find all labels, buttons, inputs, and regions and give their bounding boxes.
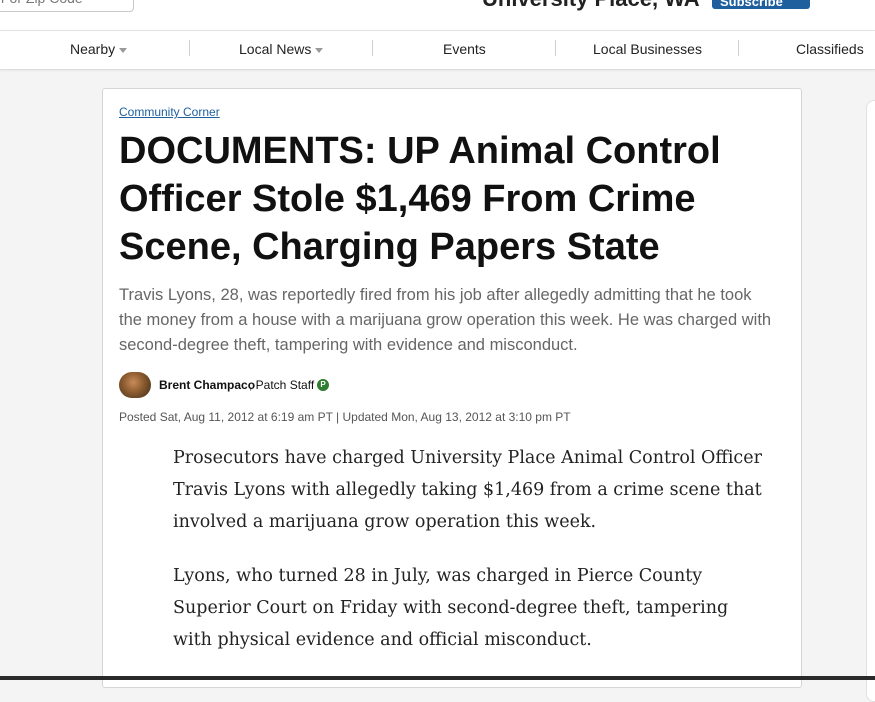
article-paragraph: Lyons, who turned 28 in July, was charge… [173, 566, 729, 650]
article-headline: DOCUMENTS: UP Animal Control Officer Sto… [119, 130, 721, 268]
nav-item-label: Nearby [70, 41, 116, 57]
author-name[interactable]: Brent Champaco [159, 378, 255, 392]
nav-item-events[interactable]: Events [443, 31, 486, 69]
site-title[interactable]: University Place, WA [482, 0, 700, 10]
nav-item-nearby[interactable]: Nearby [70, 31, 128, 69]
nav-item-label: Local Businesses [593, 41, 702, 57]
author-avatar[interactable] [119, 372, 151, 398]
article-paragraph: Prosecutors have charged University Plac… [173, 448, 762, 532]
nav-item-label: Classifieds [796, 41, 864, 57]
zip-code-input[interactable]: r or Zip Code [0, 0, 134, 12]
subscribe-label: Subscribe [720, 0, 783, 9]
sidebar-card [866, 100, 875, 702]
chevron-down-icon [315, 47, 324, 53]
chevron-down-icon [119, 47, 128, 53]
nav-item-classifieds[interactable]: Classifieds [796, 31, 864, 69]
article-deck: Travis Lyons, 28, was reportedly fired f… [119, 286, 772, 354]
main-nav: Nearby Local News Events Local Businesse… [0, 30, 875, 70]
patch-staff-badge-icon: P [317, 379, 329, 391]
category-link[interactable]: Community Corner [119, 105, 220, 119]
article-card: Community Corner DOCUMENTS: UP Animal Co… [102, 88, 802, 688]
author-role: , Patch Staff [249, 378, 315, 392]
nav-item-label: Events [443, 41, 486, 57]
top-header: r or Zip Code University Place, WA Subsc… [0, 0, 875, 30]
nav-divider [372, 40, 373, 56]
nav-item-local-businesses[interactable]: Local Businesses [593, 31, 702, 69]
nav-divider [555, 40, 556, 56]
nav-item-local-news[interactable]: Local News [239, 31, 324, 69]
article-timestamps: Posted Sat, Aug 11, 2012 at 6:19 am PT |… [119, 410, 571, 424]
bottom-bar [0, 676, 875, 680]
nav-divider [738, 40, 739, 56]
nav-divider [189, 40, 190, 56]
nav-item-label: Local News [239, 41, 312, 57]
subscribe-button[interactable]: Subscribe [712, 0, 810, 9]
